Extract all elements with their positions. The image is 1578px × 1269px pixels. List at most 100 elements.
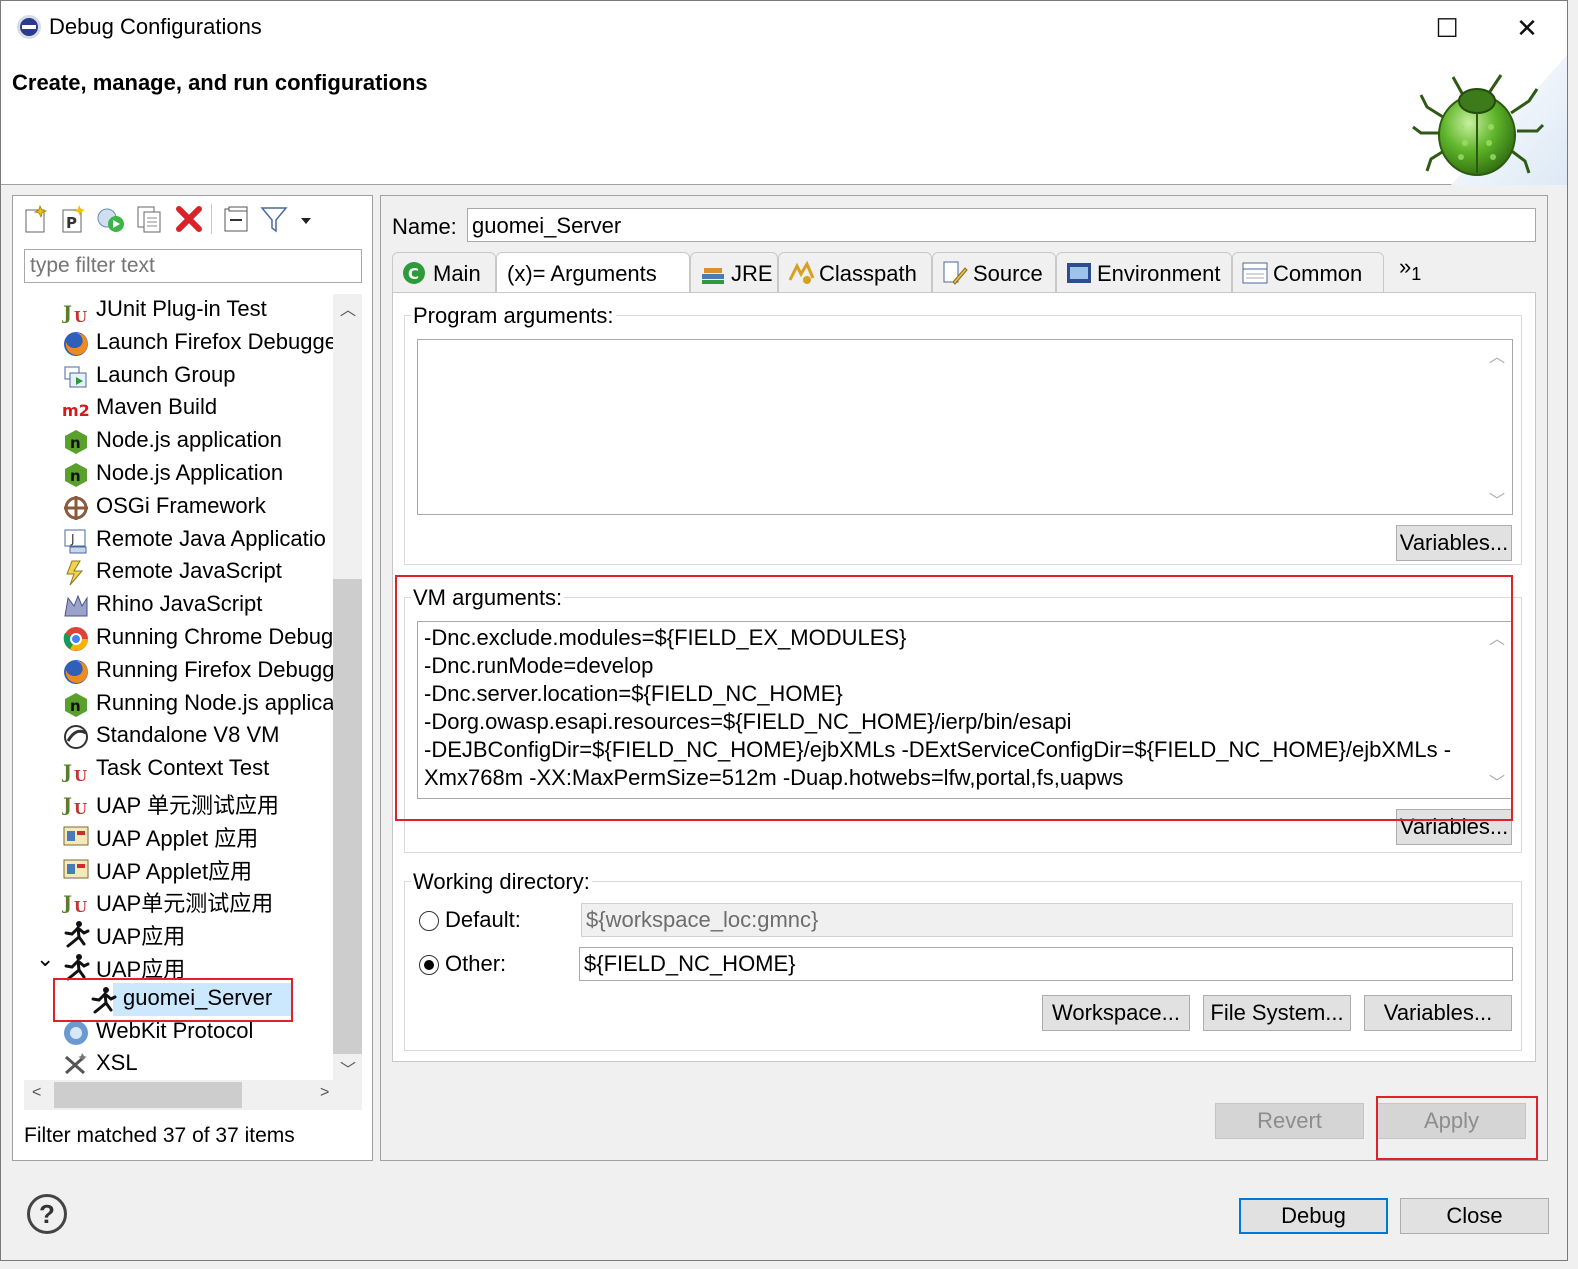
- tree-item[interactable]: Standalone V8 VM: [24, 720, 334, 753]
- filter-input[interactable]: [24, 249, 362, 283]
- revert-button[interactable]: Revert: [1215, 1103, 1364, 1139]
- view-menu-icon[interactable]: [297, 204, 327, 234]
- export-configuration-icon[interactable]: [95, 204, 125, 234]
- debug-button[interactable]: Debug: [1239, 1198, 1388, 1234]
- tree-item[interactable]: XSL: [24, 1048, 334, 1080]
- tree-item[interactable]: J U Task Context Test: [24, 753, 334, 786]
- tree-horizontal-scrollbar[interactable]: < >: [24, 1080, 362, 1110]
- more-tabs-button[interactable]: »1: [1399, 254, 1421, 284]
- svg-text:n: n: [70, 467, 81, 485]
- close-window-button[interactable]: ✕: [1497, 9, 1557, 49]
- name-input[interactable]: guomei_Server: [467, 208, 1536, 242]
- remote-javascript-icon: [62, 559, 90, 587]
- tree-item[interactable]: UAP Applet 应用: [24, 819, 334, 852]
- tree-item[interactable]: Rhino JavaScript: [24, 589, 334, 622]
- vm-args-scroll-up[interactable]: ︿: [1489, 625, 1505, 649]
- default-radio[interactable]: [419, 911, 439, 931]
- tree-item-label: UAP 单元测试应用: [96, 793, 279, 818]
- tree-item[interactable]: Launch Firefox Debugge: [24, 327, 334, 360]
- svg-text:J: J: [62, 302, 72, 324]
- runner-icon: [89, 986, 117, 1014]
- vm-args-scroll-down[interactable]: ﹀: [1489, 769, 1505, 793]
- default-label: Default:: [445, 907, 521, 932]
- tab-xarguments[interactable]: (x)= Arguments: [496, 252, 690, 294]
- tree-item-label: XSL: [96, 1050, 138, 1076]
- help-icon[interactable]: ?: [27, 1194, 67, 1234]
- name-label: Name:: [392, 214, 457, 239]
- tab-main[interactable]: C Main: [392, 252, 496, 292]
- close-button[interactable]: Close: [1400, 1198, 1549, 1234]
- tree-item[interactable]: J U UAP 单元测试应用: [24, 786, 334, 819]
- filter-icon[interactable]: [259, 204, 289, 234]
- other-radio[interactable]: [419, 955, 439, 975]
- filter-status: Filter matched 37 of 37 items: [24, 1124, 295, 1147]
- v8-icon: [62, 723, 90, 751]
- webkit-icon: [62, 1019, 90, 1047]
- configuration-editor: Name: guomei_Server C Main (x)= Arguments J…: [380, 195, 1548, 1161]
- tree-item[interactable]: Running Firefox Debugg: [24, 655, 334, 688]
- tree-item-label: OSGi Framework: [96, 492, 266, 518]
- new-prototype-icon[interactable]: P: [58, 204, 88, 234]
- svg-text:J: J: [62, 794, 72, 816]
- program-args-scroll-up[interactable]: ︿: [1489, 343, 1505, 367]
- tree-item[interactable]: OSGi Framework: [24, 491, 334, 524]
- tab-common[interactable]: Common: [1232, 252, 1384, 292]
- common-tab-icon: [1241, 260, 1269, 286]
- program-arguments-textarea[interactable]: [417, 339, 1513, 515]
- expand-toggle-icon[interactable]: ⌄: [36, 946, 54, 972]
- horizontal-scroll-thumb[interactable]: [54, 1082, 242, 1108]
- tree-item[interactable]: guomei_Server: [24, 982, 334, 1016]
- vm-arguments-textarea[interactable]: -Dnc.exclude.modules=${FIELD_EX_MODULES}…: [417, 621, 1513, 799]
- junit-plugin-icon: JU: [61, 297, 90, 326]
- vm-argument-line: -Dnc.exclude.modules=${FIELD_EX_MODULES}: [424, 625, 907, 650]
- working-variables-button[interactable]: Variables...: [1364, 995, 1512, 1031]
- other-directory-input[interactable]: ${FIELD_NC_HOME}: [579, 947, 1513, 981]
- tree-item[interactable]: n Node.js application: [24, 425, 334, 458]
- tab-jre[interactable]: JRE: [690, 252, 778, 292]
- file-system-button[interactable]: File System...: [1203, 995, 1351, 1031]
- scroll-right-arrow[interactable]: >: [320, 1084, 329, 1102]
- tree-vertical-scrollbar[interactable]: ︿ ﹀: [333, 294, 362, 1080]
- more-tabs-glyph: »: [1399, 254, 1412, 279]
- tree-item-label: guomei_Server: [123, 984, 273, 1010]
- tree-item[interactable]: ⌄ UAP应用: [24, 946, 334, 983]
- tree-item[interactable]: UAP应用: [24, 917, 334, 950]
- tree-item-label: Node.js application: [96, 427, 282, 453]
- tab-environment[interactable]: Environment: [1056, 252, 1232, 292]
- maximize-button[interactable]: ☐: [1417, 9, 1477, 49]
- tree-item-label: JUnit Plug-in Test: [96, 296, 267, 321]
- tree-item[interactable]: J Remote Java Applicatio: [24, 524, 334, 557]
- tree-item[interactable]: n Node.js Application: [24, 458, 334, 491]
- tree-item[interactable]: m2 Maven Build: [24, 392, 334, 425]
- configuration-tree: J U JUnit Plug-in Test Launch Firefox Debug…: [24, 294, 334, 1080]
- program-variables-button[interactable]: Variables...: [1396, 525, 1512, 561]
- tree-item[interactable]: Remote JavaScript: [24, 556, 334, 589]
- scroll-up-arrow[interactable]: ︿: [340, 296, 356, 320]
- vm-argument-line: -Dnc.server.location=${FIELD_NC_HOME}: [424, 681, 843, 706]
- delete-icon[interactable]: [174, 204, 204, 234]
- tab-source[interactable]: Source: [932, 252, 1056, 292]
- banner-title: Create, manage, and run configurations: [12, 70, 428, 95]
- tree-item[interactable]: n Running Node.js applica: [24, 688, 334, 721]
- tree-item[interactable]: J U JUnit Plug-in Test: [24, 294, 334, 327]
- maven-icon: m2: [62, 395, 90, 423]
- new-configuration-icon[interactable]: [21, 204, 51, 234]
- duplicate-icon[interactable]: [134, 204, 164, 234]
- apply-button[interactable]: Apply: [1377, 1103, 1526, 1139]
- tree-item[interactable]: Launch Group: [24, 360, 334, 393]
- scroll-left-arrow[interactable]: <: [32, 1084, 41, 1102]
- vertical-scroll-thumb[interactable]: [333, 579, 362, 1054]
- tree-item-label: UAP Applet应用: [96, 858, 253, 884]
- tab-classpath[interactable]: Classpath: [778, 252, 932, 292]
- vm-variables-button[interactable]: Variables...: [1396, 809, 1512, 845]
- tree-item[interactable]: Running Chrome Debug: [24, 622, 334, 655]
- svg-text:U: U: [74, 308, 87, 325]
- program-args-scroll-down[interactable]: ﹀: [1489, 487, 1505, 511]
- junit-icon: JU: [61, 887, 90, 916]
- tree-item[interactable]: UAP Applet应用: [24, 852, 334, 885]
- tree-item[interactable]: WebKit Protocol: [24, 1016, 334, 1049]
- tree-item[interactable]: J U UAP单元测试应用: [24, 884, 334, 917]
- workspace-button[interactable]: Workspace...: [1042, 995, 1190, 1031]
- scroll-down-arrow[interactable]: ﹀: [340, 1056, 356, 1080]
- collapse-all-icon[interactable]: [221, 204, 251, 234]
